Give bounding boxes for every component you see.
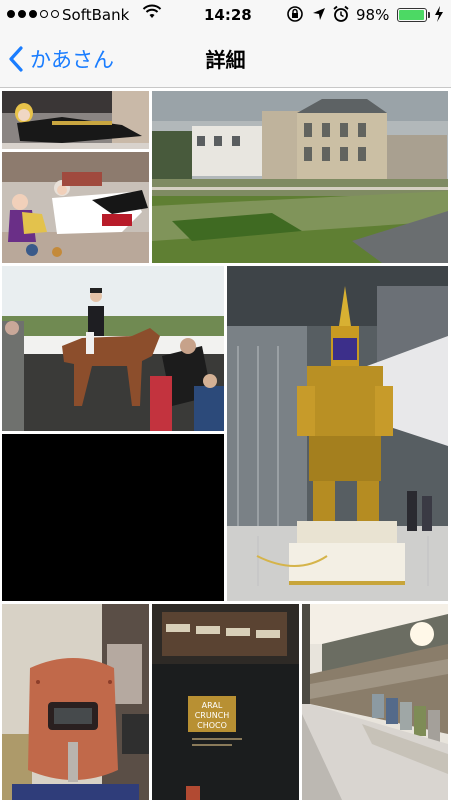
signal-dot [51,10,59,18]
chocolate-label-line3: CHOCO [197,721,227,730]
chocolate-label-line2: CRUNCH [195,711,230,720]
charging-bolt-icon [434,6,444,27]
navigation-bar: かあさん 詳細 [0,30,451,88]
battery-nub [428,12,430,18]
signal-dot [29,10,37,18]
status-bar: SoftBank 14:28 98% [0,0,451,30]
signal-strength-icon [7,10,59,18]
back-button-label: かあさん [30,48,114,72]
signal-dot [40,10,48,18]
wifi-icon [142,4,162,25]
chevron-left-icon [9,46,23,72]
photo-welding-mask[interactable] [2,604,149,800]
photo-horse-rider[interactable] [2,266,224,431]
clock-time: 14:28 [204,6,252,24]
signal-dot [7,10,15,18]
battery-icon [397,8,427,22]
signal-dot [18,10,26,18]
back-button[interactable]: かあさん [8,42,114,76]
alarm-icon [332,5,350,28]
photo-cosplay-black-dress[interactable] [2,91,149,149]
photo-thai-guardian-statue[interactable] [227,266,448,601]
chocolate-label-line1: ARAL [202,701,223,710]
photo-chateau-street[interactable] [152,91,448,263]
photo-chocolate-box[interactable]: ARAL CRUNCH CHOCO [152,604,299,800]
photo-black[interactable] [2,434,224,601]
rotation-lock-icon [286,5,304,28]
carrier-name: SoftBank [62,6,130,24]
photo-snowy-alley[interactable] [302,604,448,800]
battery-percentage: 98% [356,6,390,24]
location-arrow-icon [311,6,327,27]
photo-cosplay-group[interactable] [2,152,149,263]
battery-fill [399,10,425,20]
